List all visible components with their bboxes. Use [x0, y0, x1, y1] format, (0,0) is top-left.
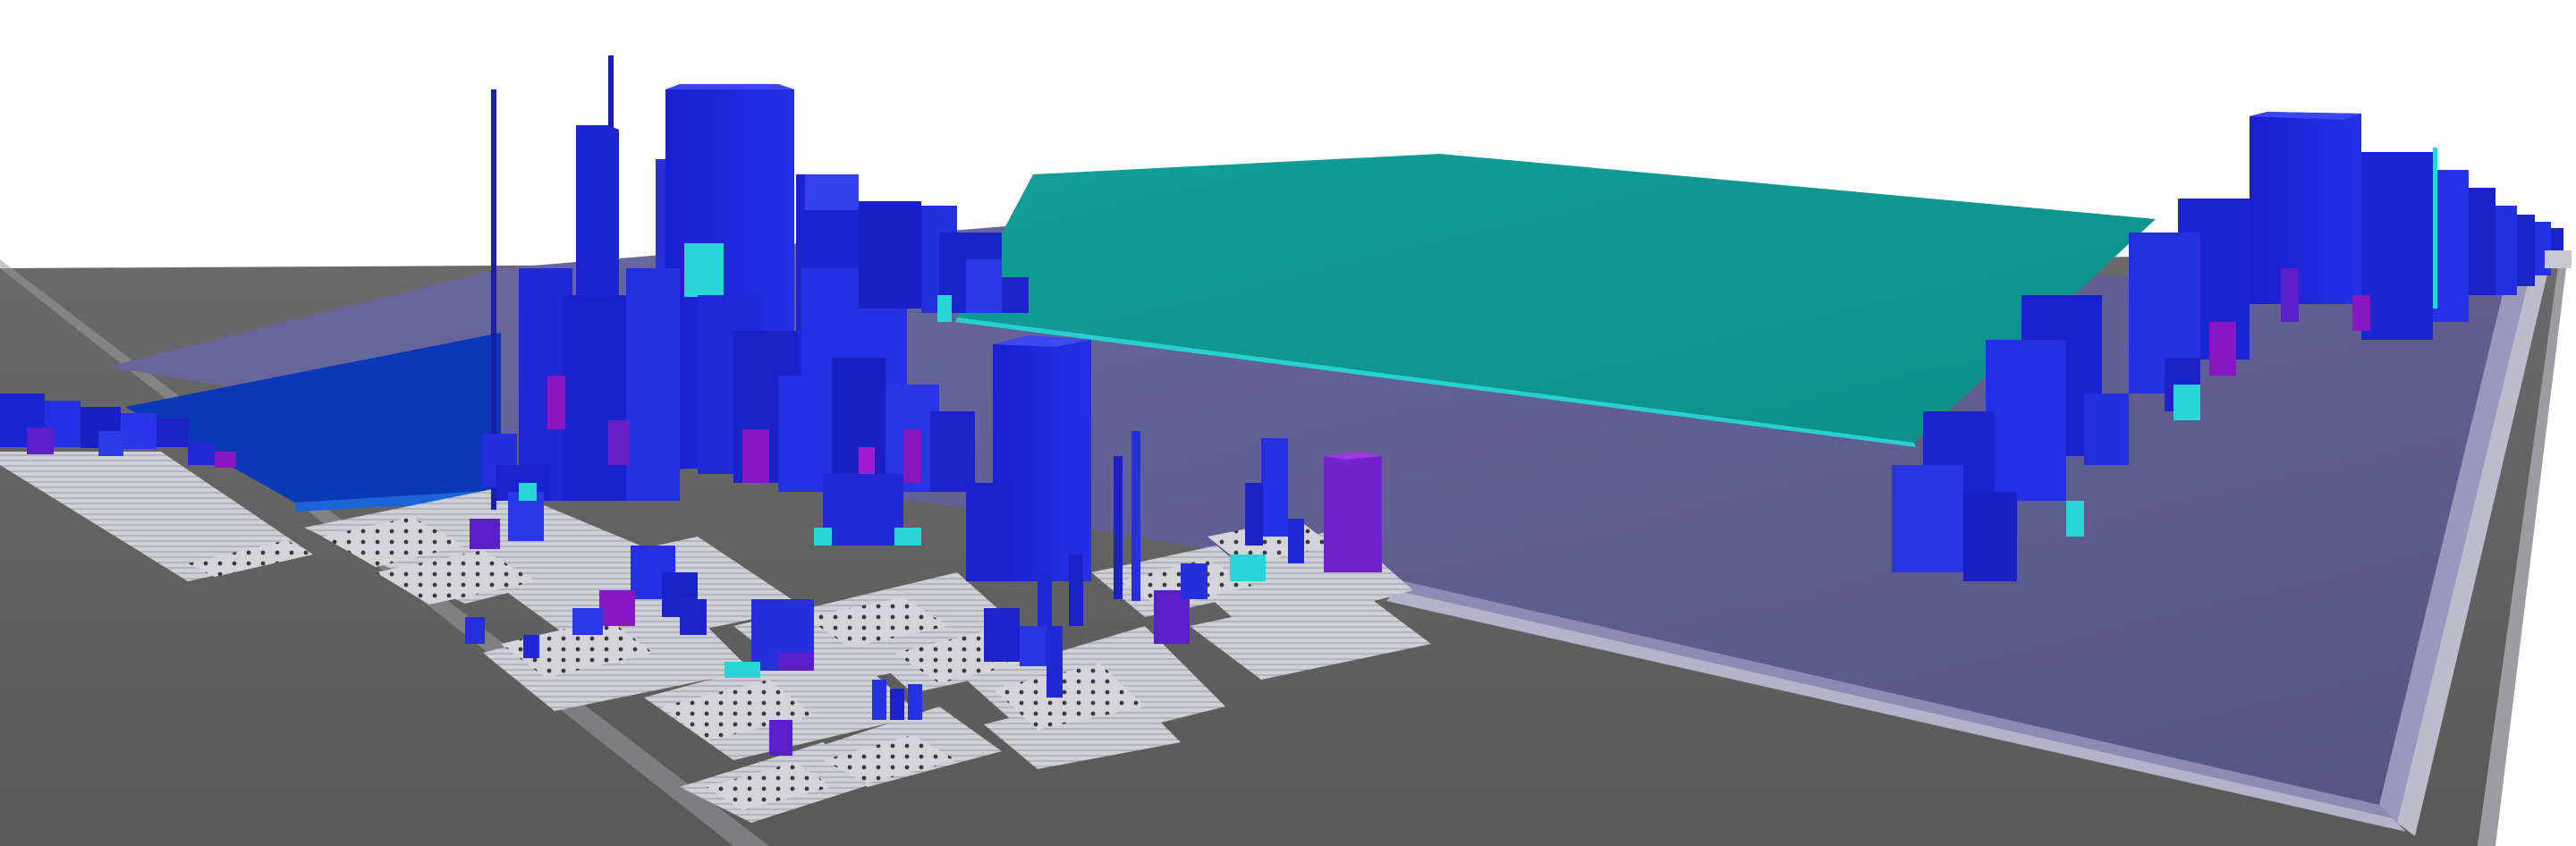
code-city-scene [0, 55, 2572, 846]
downtown-building-cluster [470, 55, 1029, 549]
